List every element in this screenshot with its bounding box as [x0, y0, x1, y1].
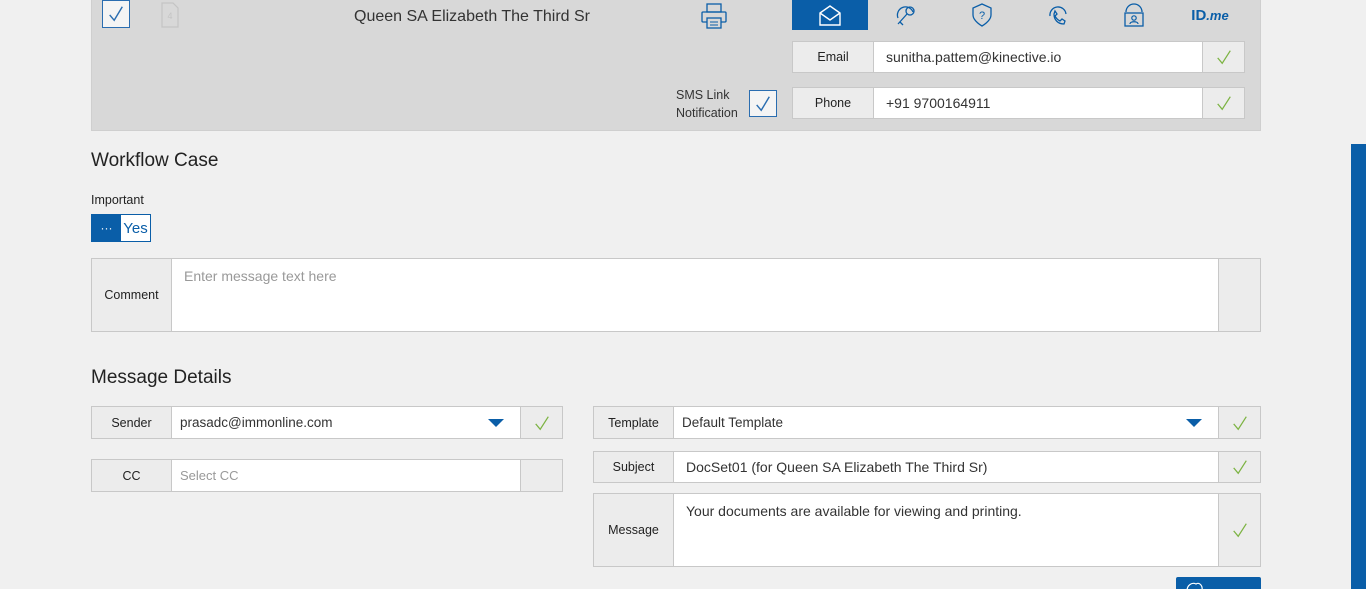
sender-value: prasadc@immonline.com [180, 415, 333, 430]
idme-logo[interactable]: ID.me [1172, 0, 1248, 30]
checkmark-icon [1232, 523, 1247, 538]
sms-link-checkbox[interactable] [749, 90, 777, 117]
checkmark-icon [1216, 50, 1231, 65]
important-label: Important [91, 193, 144, 207]
sender-valid-check [520, 407, 562, 438]
template-select[interactable]: Default Template [674, 407, 1218, 438]
checkmark-icon [109, 6, 123, 22]
important-toggle[interactable]: ··· Yes [91, 214, 151, 242]
signer-select-checkbox[interactable] [102, 0, 130, 28]
subject-row: Subject DocSet01 (for Queen SA Elizabeth… [593, 451, 1261, 483]
svg-text:?: ? [979, 10, 985, 22]
chevron-down-icon[interactable] [1186, 418, 1202, 427]
toggle-value: Yes [123, 219, 148, 237]
cc-status-cell [520, 460, 562, 491]
phone-auth-icon[interactable] [1020, 0, 1096, 30]
workflow-case-title: Workflow Case [91, 150, 219, 171]
message-textarea[interactable]: Your documents are available for viewing… [674, 494, 1218, 566]
checkmark-icon [534, 415, 549, 430]
chevron-down-icon[interactable] [488, 418, 504, 427]
email-auth-icon[interactable] [792, 0, 868, 30]
comment-row: Comment Enter message text here [91, 258, 1261, 332]
message-valid-check [1218, 494, 1260, 566]
question-shield-icon[interactable]: ? [944, 0, 1020, 30]
phone-row: Phone +91 9700164911 [792, 87, 1245, 119]
sender-label: Sender [92, 407, 172, 438]
scrollbar[interactable] [1351, 144, 1366, 589]
signer-name: Queen SA Elizabeth The Third Sr [354, 8, 590, 25]
cloud-icon [1186, 582, 1203, 589]
sender-row: Sender prasadc@immonline.com [91, 406, 563, 439]
message-label: Message [594, 494, 674, 566]
print-icon[interactable] [700, 2, 728, 30]
template-label: Template [594, 407, 674, 438]
checkmark-icon [1232, 460, 1247, 475]
send-button[interactable] [1176, 577, 1261, 589]
checkmark-icon [1232, 415, 1247, 430]
subject-label: Subject [594, 452, 674, 482]
email-valid-check [1202, 42, 1244, 72]
message-row: Message Your documents are available for… [593, 493, 1261, 567]
phone-label: Phone [793, 88, 874, 118]
subject-field[interactable]: DocSet01 (for Queen SA Elizabeth The Thi… [674, 452, 1218, 482]
id-card-auth-icon[interactable] [1096, 0, 1172, 30]
toggle-knob: ··· [92, 215, 121, 241]
email-row: Email sunitha.pattem@kinective.io [792, 41, 1245, 73]
sms-link-label: SMS Link Notification [676, 88, 738, 120]
auth-method-bar: ? ID.me [792, 0, 1260, 30]
message-details-title: Message Details [91, 367, 232, 388]
sender-select[interactable]: prasadc@immonline.com [172, 407, 520, 438]
template-valid-check [1218, 407, 1260, 438]
order-badge: 4 [167, 11, 172, 21]
comment-status-cell [1218, 259, 1260, 331]
template-row: Template Default Template [593, 406, 1261, 439]
email-label: Email [793, 42, 874, 72]
subject-valid-check [1218, 452, 1260, 482]
document-order-icon: 4 [160, 2, 180, 28]
checkmark-icon [756, 95, 770, 112]
template-value: Default Template [682, 415, 784, 430]
checkmark-icon [1216, 96, 1231, 111]
key-auth-icon[interactable] [868, 0, 944, 30]
cc-row: CC Select CC [91, 459, 563, 492]
email-field[interactable]: sunitha.pattem@kinective.io [874, 42, 1202, 72]
cc-select[interactable]: Select CC [172, 460, 520, 491]
phone-valid-check [1202, 88, 1244, 118]
phone-field[interactable]: +91 9700164911 [874, 88, 1202, 118]
comment-label: Comment [92, 259, 172, 331]
cc-label: CC [92, 460, 172, 491]
comment-textarea[interactable]: Enter message text here [172, 259, 1218, 331]
